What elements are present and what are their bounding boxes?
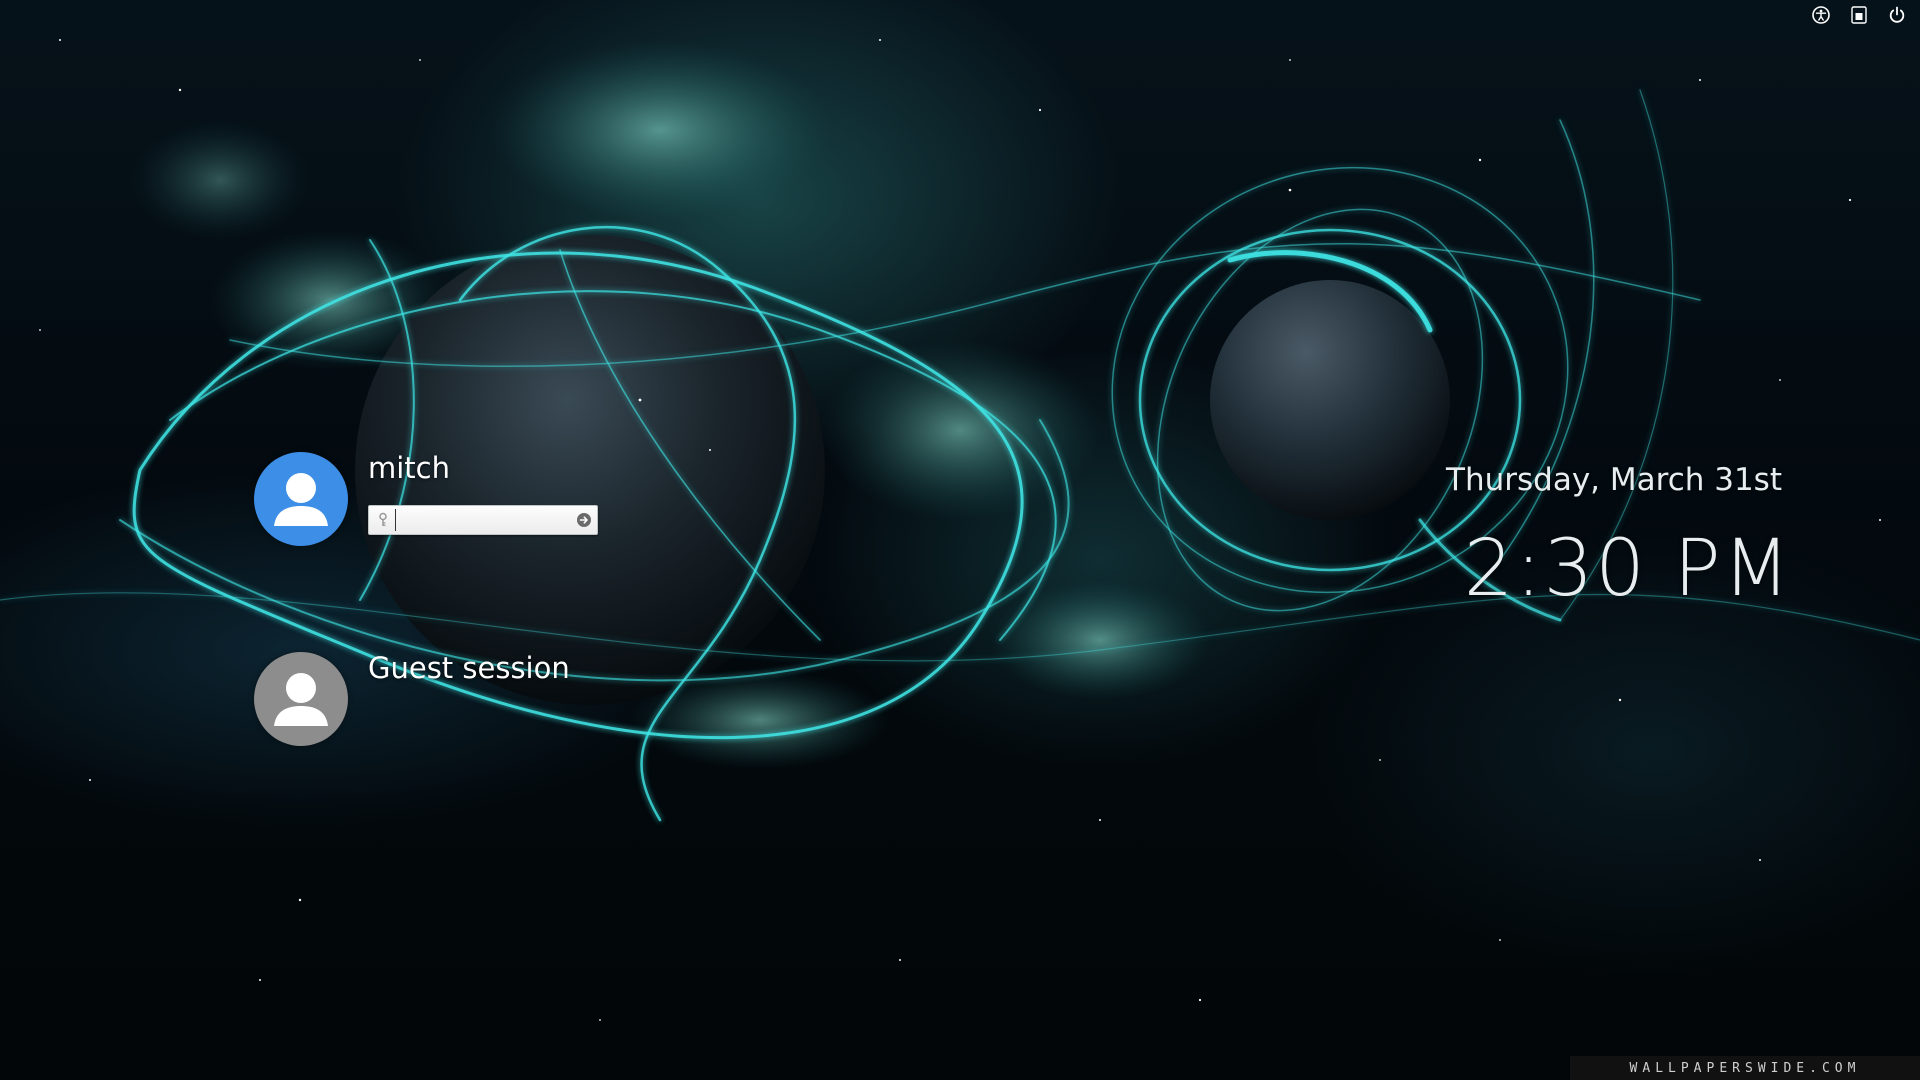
user-entry-guest[interactable]: Guest session [254, 651, 570, 746]
key-icon [379, 512, 387, 526]
clock-time: 2:30 PM [1463, 524, 1792, 614]
watermark-text: WALLPAPERSWIDE.COM [1629, 1060, 1861, 1076]
power-indicator[interactable] [1886, 4, 1908, 26]
accessibility-icon [1812, 6, 1830, 24]
indicator-bar [1810, 4, 1908, 26]
accessibility-indicator[interactable] [1810, 4, 1832, 26]
clock-date: Thursday, March 31st [1446, 462, 1782, 498]
password-field-container[interactable] [368, 505, 598, 535]
keyboard-layout-indicator[interactable] [1848, 4, 1870, 26]
avatar[interactable] [254, 652, 348, 746]
login-arrow-icon[interactable] [576, 512, 592, 528]
wallpaper-watermark: WALLPAPERSWIDE.COM [1570, 1056, 1920, 1080]
login-screen: mitch Guest session Thursday, March 31st… [0, 0, 1920, 1080]
guest-avatar-icon [274, 673, 328, 726]
user-name: mitch [368, 451, 451, 485]
avatar[interactable] [254, 452, 348, 546]
power-icon [1889, 6, 1905, 23]
user-avatar-icon [274, 473, 328, 526]
password-input[interactable] [395, 509, 566, 531]
keyboard-layout-icon [1851, 6, 1867, 24]
user-entry-mitch[interactable]: mitch [254, 451, 598, 546]
user-info: mitch [368, 451, 598, 535]
user-name: Guest session [368, 651, 570, 685]
user-info: Guest session [368, 651, 570, 686]
